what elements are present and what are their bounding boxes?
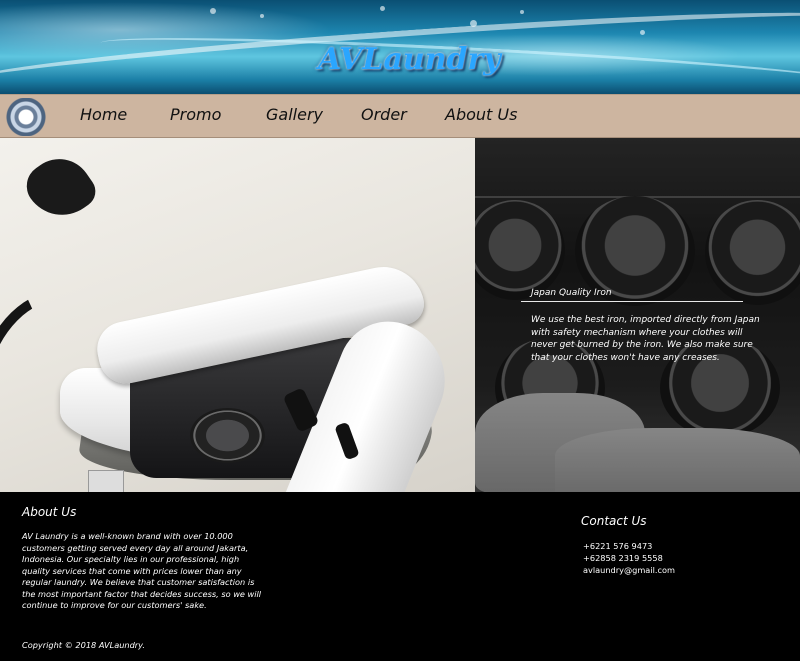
nav-promo[interactable]: Promo <box>170 105 221 129</box>
nav-order[interactable]: Order <box>361 105 407 129</box>
water-bubble <box>210 8 216 14</box>
site-logo-text[interactable]: AVLaundry <box>318 42 501 82</box>
contact-phone-2[interactable]: +62858 2319 5558 <box>583 553 663 563</box>
contact-phone-1[interactable]: +6221 576 9473 <box>583 541 652 551</box>
site-footer: About Us AV Laundry is a well-known bran… <box>0 492 800 661</box>
header-banner: AVLaundry <box>0 0 800 94</box>
caption-divider <box>521 301 743 302</box>
contact-email[interactable]: avlaundry@gmail.com <box>583 565 675 575</box>
iron-dial <box>190 408 265 463</box>
nav-gallery[interactable]: Gallery <box>266 105 323 129</box>
hero-caption-text: We use the best iron, imported directly … <box>531 315 760 363</box>
laundry-photo-panel: Japan Quality Iron We use the best iron,… <box>475 138 800 492</box>
about-heading: About Us <box>22 505 77 519</box>
contact-heading: Contact Us <box>581 514 647 528</box>
water-bubble <box>520 10 524 14</box>
nav-about-us[interactable]: About Us <box>445 105 517 129</box>
water-bubble <box>260 14 264 18</box>
nav-home[interactable]: Home <box>80 105 127 129</box>
water-bubble <box>640 30 645 35</box>
water-bubble <box>470 20 477 27</box>
hero-caption-title: Japan Quality Iron <box>531 288 612 298</box>
main-navbar: Home Promo Gallery Order About Us <box>0 94 800 138</box>
copyright-text: Copyright © 2018 AVLaundry. <box>22 640 145 650</box>
water-bubble <box>380 6 385 11</box>
iron-warning-label <box>88 470 124 492</box>
washing-machine-logo-icon[interactable] <box>4 98 48 136</box>
iron-photo <box>0 138 475 492</box>
iron-cord <box>18 146 102 230</box>
about-text: AV Laundry is a well-known brand with ov… <box>22 531 262 610</box>
